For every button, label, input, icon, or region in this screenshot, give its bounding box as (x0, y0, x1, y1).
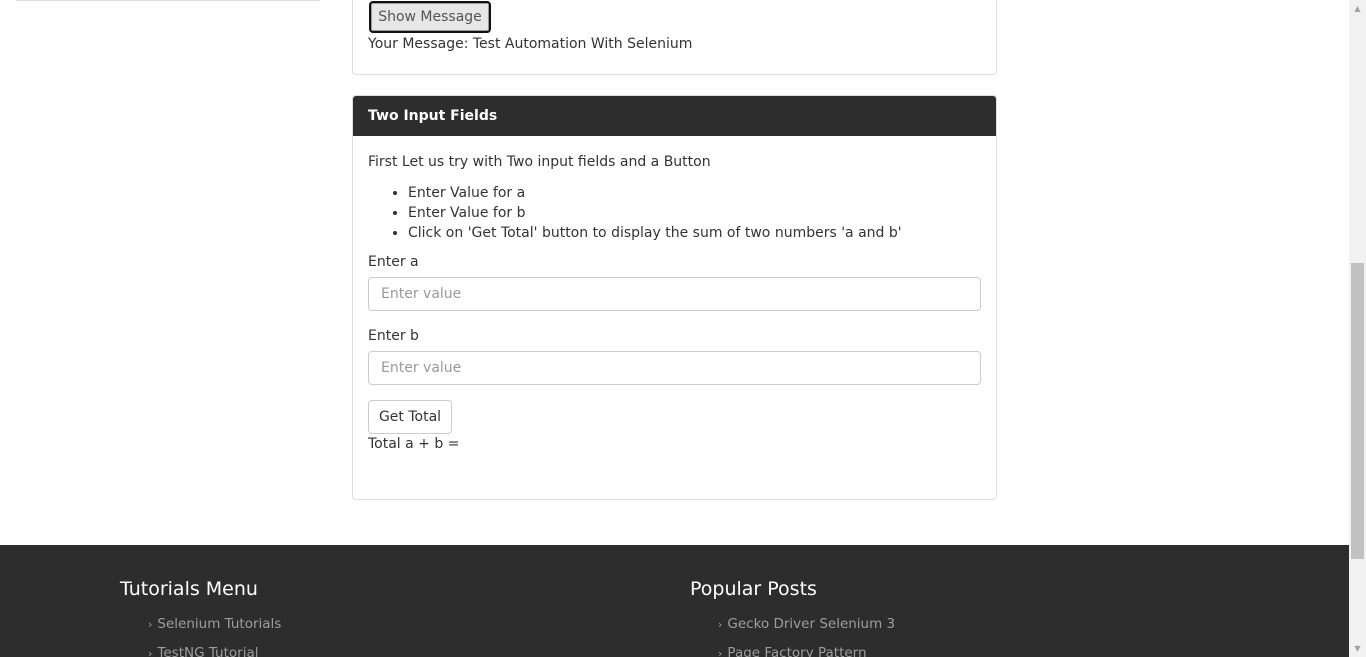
intro-text: First Let us try with Two input fields a… (368, 154, 711, 170)
value-b-input[interactable] (368, 351, 981, 385)
popular-posts-title: Popular Posts (690, 578, 817, 600)
your-message-display: Your Message: Test Automation With Selen… (368, 35, 692, 53)
two-input-fields-panel: Two Input Fields First Let us try with T… (352, 95, 997, 500)
chevron-right-icon: › (718, 618, 723, 631)
footer-link[interactable]: › Gecko Driver Selenium 3 (718, 610, 895, 639)
chevron-right-icon: › (148, 618, 153, 631)
sidebar-divider (16, 0, 320, 1)
arrow-up-icon[interactable]: ▲ (1349, 0, 1366, 17)
enter-b-label: Enter b (368, 328, 419, 344)
list-item: Click on 'Get Total' button to display t… (408, 223, 902, 243)
panel-heading: Two Input Fields (353, 96, 996, 136)
enter-a-label: Enter a (368, 254, 419, 270)
tutorials-menu: Tutorials Menu › Selenium Tutorials › Test… (120, 577, 281, 657)
chevron-right-icon: › (148, 647, 153, 657)
arrow-down-icon[interactable]: ▼ (1349, 640, 1366, 657)
footer-link[interactable]: › Selenium Tutorials (148, 610, 281, 639)
get-total-button[interactable]: Get Total (368, 400, 452, 434)
instructions-list: Enter Value for a Enter Value for b Clic… (408, 183, 902, 243)
chevron-right-icon: › (718, 647, 723, 657)
value-a-input[interactable] (368, 277, 981, 311)
footer-link[interactable]: › Page Factory Pattern (718, 639, 895, 657)
footer-link-label: Gecko Driver Selenium 3 (727, 616, 896, 632)
footer-link-label: Page Factory Pattern (727, 645, 867, 657)
total-label: Total a + b = (368, 436, 460, 452)
message-prefix: Your Message: (368, 36, 469, 52)
vertical-scrollbar[interactable]: ▲ ▼ (1349, 0, 1366, 657)
footer: Tutorials Menu › Selenium Tutorials › Test… (0, 545, 1349, 657)
footer-link-label: Selenium Tutorials (157, 616, 282, 632)
footer-link[interactable]: › TestNG Tutorial (148, 639, 281, 657)
footer-link-label: TestNG Tutorial (157, 645, 259, 657)
list-item: Enter Value for b (408, 203, 902, 223)
message-value: Test Automation With Selenium (472, 36, 693, 52)
total-display: Total a + b = (368, 435, 459, 453)
tutorials-menu-title: Tutorials Menu (120, 578, 258, 600)
scrollbar-thumb[interactable] (1351, 263, 1364, 559)
popular-posts: Popular Posts › Gecko Driver Selenium 3 ›… (690, 577, 895, 657)
show-message-button[interactable]: Show Message (369, 1, 491, 33)
list-item: Enter Value for a (408, 183, 902, 203)
